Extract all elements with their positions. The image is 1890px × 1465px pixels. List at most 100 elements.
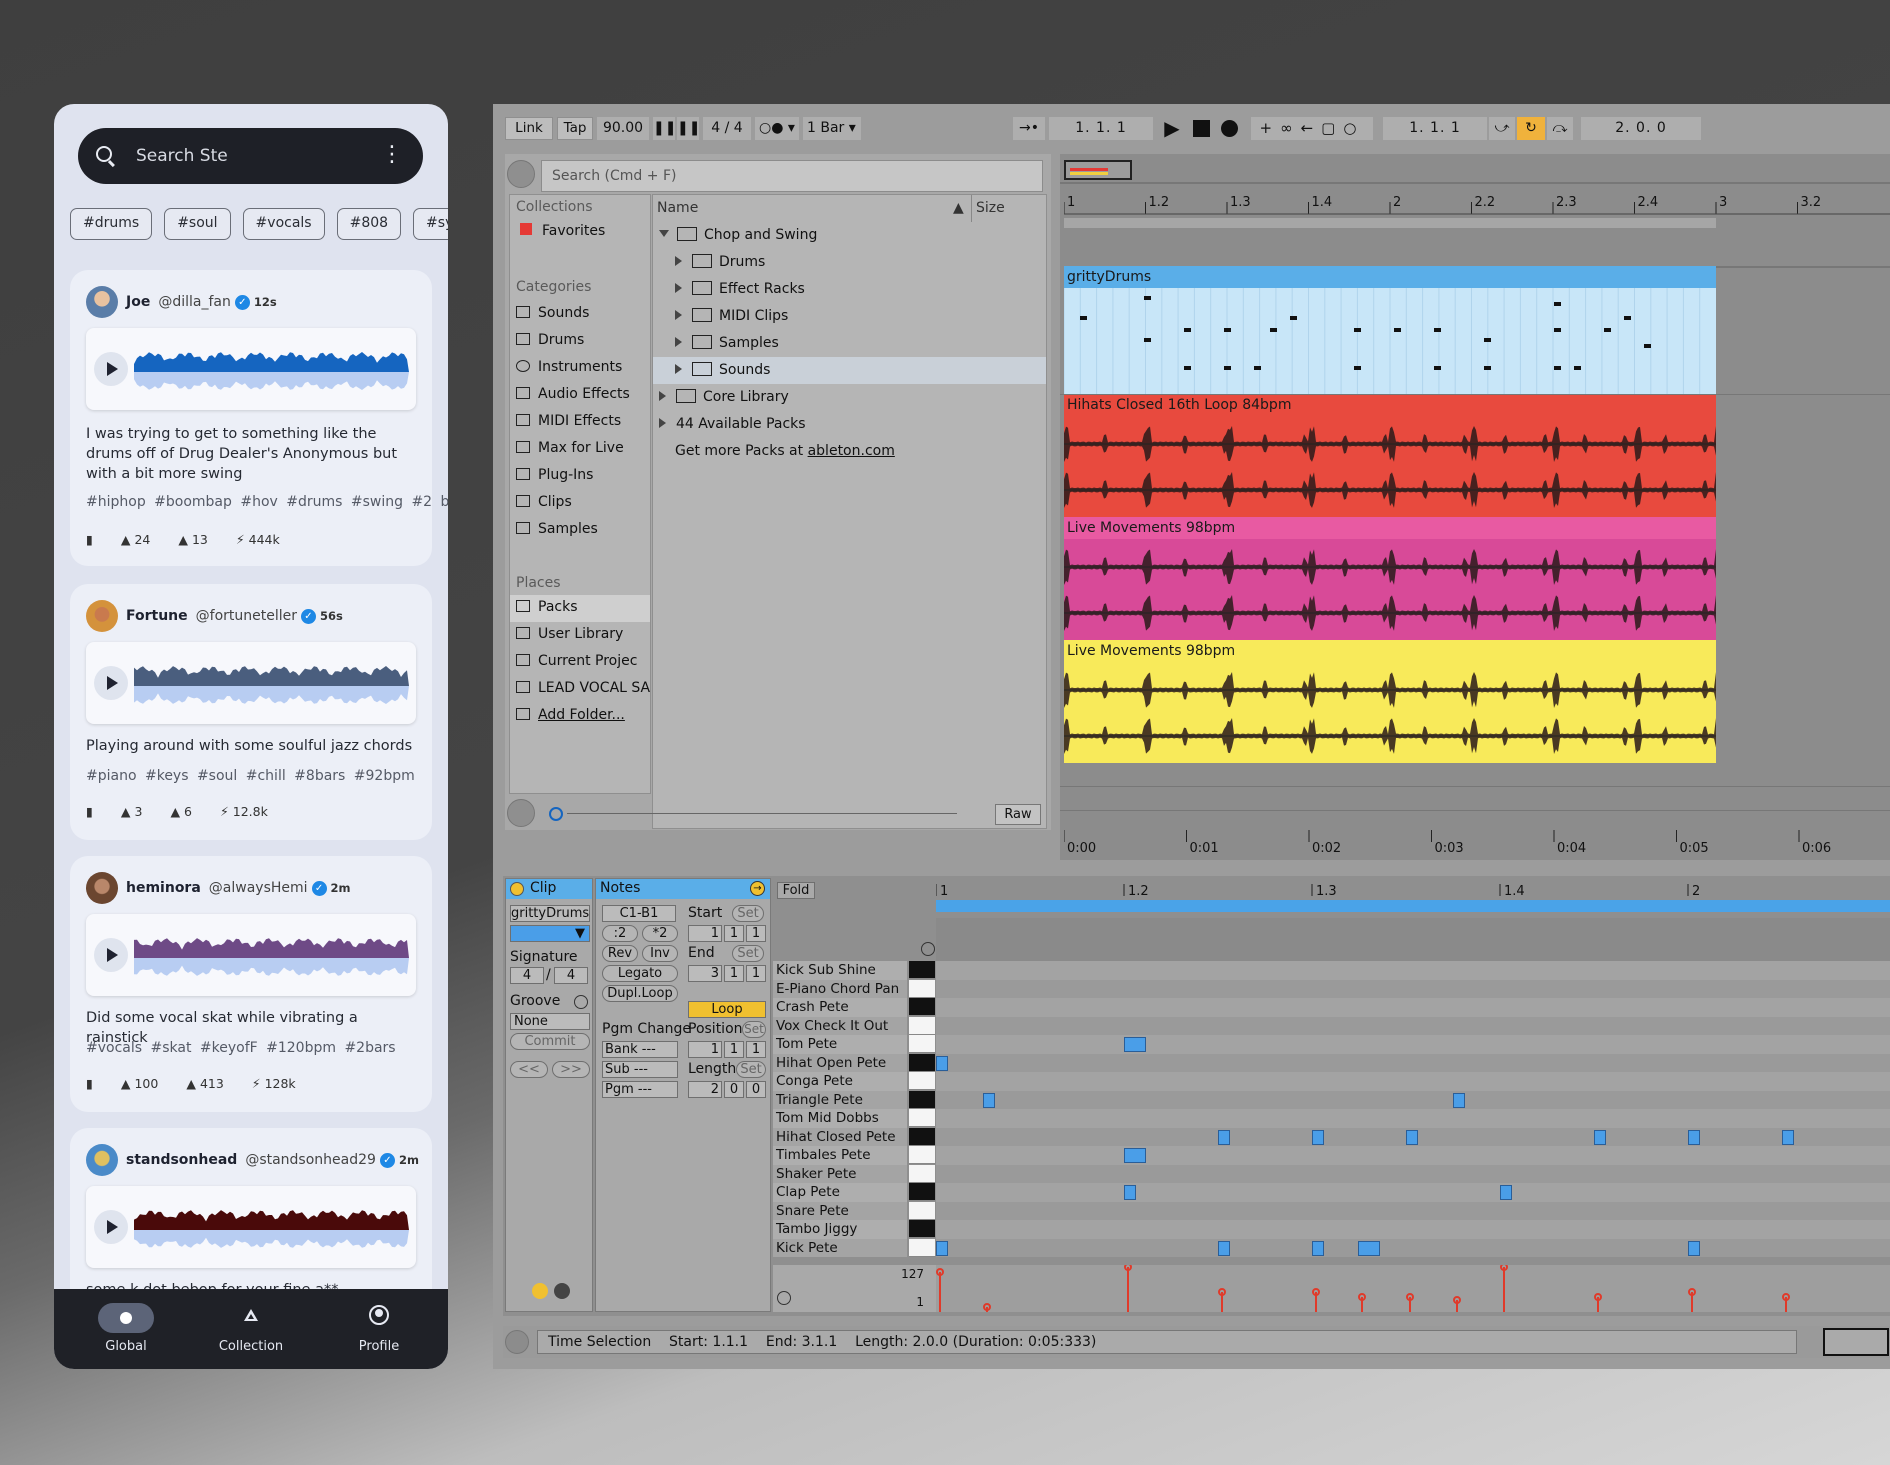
edit-tools[interactable]: +∞←▢○ [1251,117,1373,140]
note-lane[interactable] [936,979,1890,998]
end-sixteenth[interactable]: 1 [746,965,766,982]
position-beat[interactable]: 1 [724,1041,744,1058]
end-bar[interactable]: 3 [688,965,722,982]
sort-icon[interactable]: ▲ [953,195,964,222]
clip-activator-icon[interactable] [510,882,524,896]
clip-grittydrums[interactable]: grittyDrums [1064,266,1716,394]
drum-row-label[interactable]: Vox Check It Out [773,1016,907,1035]
note-lane[interactable] [936,1016,1890,1035]
spool-icon[interactable]: ▮ [86,804,93,819]
preview-icon[interactable] [507,160,535,188]
sidebar-item-instruments[interactable]: Instruments [516,359,622,375]
clip-name-field[interactable]: grittyDrums [510,905,590,922]
username[interactable]: standsonhead [126,1152,237,1168]
filter-tag[interactable]: #vocals [242,208,325,240]
cpu-meter[interactable] [1823,1328,1889,1356]
avatar[interactable] [86,286,118,318]
waveform[interactable] [134,342,409,398]
sidebar-item-lead-vocal[interactable]: LEAD VOCAL SA [516,680,650,696]
piano-key[interactable] [909,1109,935,1127]
midi-note[interactable] [1358,1240,1380,1256]
avatar[interactable] [86,600,118,632]
midi-note[interactable] [936,1055,948,1071]
legato-button[interactable]: Legato [602,965,678,982]
velocity-lane-icon[interactable] [777,1291,791,1305]
invert-button[interactable]: Inv [642,945,678,962]
remix-count[interactable]: ▲ 3 [121,804,143,819]
song-position[interactable]: 1. 1. 1 [1049,117,1153,140]
filter-tag[interactable]: #drums [70,208,153,240]
expand-icon[interactable] [675,283,682,293]
start-sixteenth[interactable]: 1 [746,925,766,942]
sidebar-item-clips[interactable]: Clips [516,494,572,510]
expand-icon[interactable] [675,337,682,347]
piano-key[interactable] [909,1053,935,1072]
username[interactable]: Joe [126,294,150,310]
play-icon[interactable] [94,666,128,700]
tree-item-midi-clips[interactable]: MIDI Clips [653,303,1046,330]
sig-denominator[interactable]: 4 [554,967,588,984]
drum-row-label[interactable]: Timbales Pete [773,1146,907,1165]
note-lane[interactable] [936,998,1890,1017]
clip-live-movements-2[interactable]: Live Movements 98bpm [1064,640,1716,763]
clip-color-select[interactable]: ▼ [510,925,590,942]
nav-global[interactable]: Global [76,1303,176,1354]
note-lane[interactable] [936,1201,1890,1220]
audio-waveform[interactable] [1064,662,1716,763]
position-bar[interactable]: 1 [688,1041,722,1058]
commit-button[interactable]: Commit [510,1033,590,1050]
expand-icon[interactable] [659,391,666,401]
avatar[interactable] [86,872,118,904]
link-button[interactable]: Link [505,117,553,140]
audio-waveform[interactable] [1064,416,1716,517]
midi-note[interactable] [1312,1240,1324,1256]
like-count[interactable]: ▲ 6 [170,804,192,819]
drum-row-label[interactable]: Clap Pete [773,1183,907,1202]
loop-length[interactable]: 2. 0. 0 [1581,117,1701,140]
filter-tag[interactable]: #soul [164,208,231,240]
spool-icon[interactable]: ▮ [86,532,93,547]
midi-note[interactable] [1218,1240,1230,1256]
play-icon[interactable] [94,352,128,386]
play-icon[interactable] [94,938,128,972]
note-lane[interactable] [936,1109,1890,1128]
name-column-header[interactable]: Name [657,200,698,216]
like-count[interactable]: ▲ 413 [186,1076,223,1091]
sidebar-item-add-folder[interactable]: Add Folder... [516,707,625,723]
play-icon[interactable] [94,1210,128,1244]
midi-ruler[interactable]: 1 1.2 1.3 1.4 2 [936,878,1890,964]
note-lane[interactable] [936,1146,1890,1165]
midi-note[interactable] [1124,1037,1146,1052]
sidebar-item-plug-ins[interactable]: Plug-Ins [516,467,593,483]
sidebar-item-samples[interactable]: Samples [516,521,598,537]
midi-note[interactable] [1594,1129,1606,1145]
waveform[interactable] [134,928,409,984]
midi-note[interactable] [1688,1129,1700,1145]
sidebar-item-sounds[interactable]: Sounds [516,305,589,321]
note-lane[interactable] [936,1072,1890,1091]
midi-note[interactable] [1124,1148,1146,1163]
length-bar[interactable]: 2 [688,1081,722,1098]
midi-note[interactable] [1312,1129,1324,1145]
record-icon[interactable] [1217,117,1241,140]
tree-item-drums[interactable]: Drums [653,249,1046,276]
half-button[interactable]: :2 [602,925,638,942]
headphones-icon[interactable] [549,807,563,821]
velocity-lane[interactable] [936,1265,1890,1312]
note-lane[interactable] [936,1053,1890,1072]
expand-icon[interactable] [675,256,682,266]
end-beat[interactable]: 1 [724,965,744,982]
filter-tag[interactable]: #synt [413,208,448,240]
loop-brace[interactable] [1064,218,1716,228]
filter-tag[interactable]: #808 [336,208,402,240]
clip-live-movements-1[interactable]: Live Movements 98bpm [1064,517,1716,640]
tree-item-available-packs[interactable]: 44 Available Packs [653,411,1046,438]
nudge-down-icon[interactable]: ❚❚ [653,117,676,140]
follow-icon[interactable]: →• [1013,117,1045,140]
audio-waveform[interactable] [1064,539,1716,640]
tree-item-chop-and-swing[interactable]: Chop and Swing [653,222,1046,249]
piano-key[interactable] [909,1035,935,1053]
drum-row-label[interactable]: Crash Pete [773,998,907,1017]
envelope-icon[interactable] [554,1283,570,1299]
remix-count[interactable]: ▲ 24 [121,532,151,547]
